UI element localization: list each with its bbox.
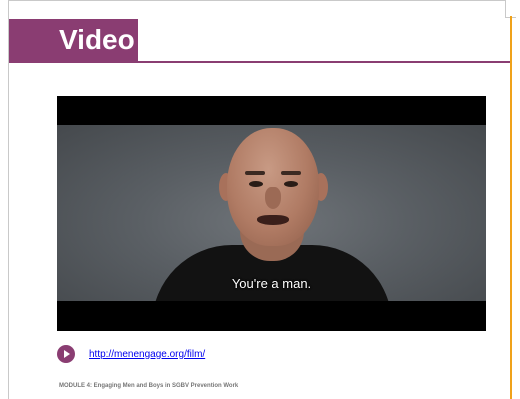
speaker-eye-right bbox=[284, 181, 298, 187]
play-circle-icon[interactable] bbox=[57, 345, 75, 363]
video-frame: You're a man. bbox=[57, 125, 486, 301]
speaker-eye-left bbox=[249, 181, 263, 187]
right-accent-rule bbox=[510, 16, 512, 399]
slide-title: Video bbox=[9, 19, 138, 61]
film-link[interactable]: http://menengage.org/film/ bbox=[89, 349, 205, 360]
link-row: http://menengage.org/film/ bbox=[57, 344, 205, 364]
video-subtitle: You're a man. bbox=[231, 276, 312, 291]
module-footer: MODULE 4: Engaging Men and Boys in SGBV … bbox=[59, 383, 239, 389]
speaker-brow-left bbox=[245, 171, 265, 175]
speaker-mouth bbox=[257, 215, 289, 225]
speaker-nose bbox=[265, 187, 281, 209]
title-underline bbox=[9, 61, 511, 63]
speaker-brow-right bbox=[281, 171, 301, 175]
video-player[interactable]: You're a man. bbox=[57, 96, 486, 331]
slide: Video You're a man. http://menengage.org… bbox=[8, 0, 512, 399]
